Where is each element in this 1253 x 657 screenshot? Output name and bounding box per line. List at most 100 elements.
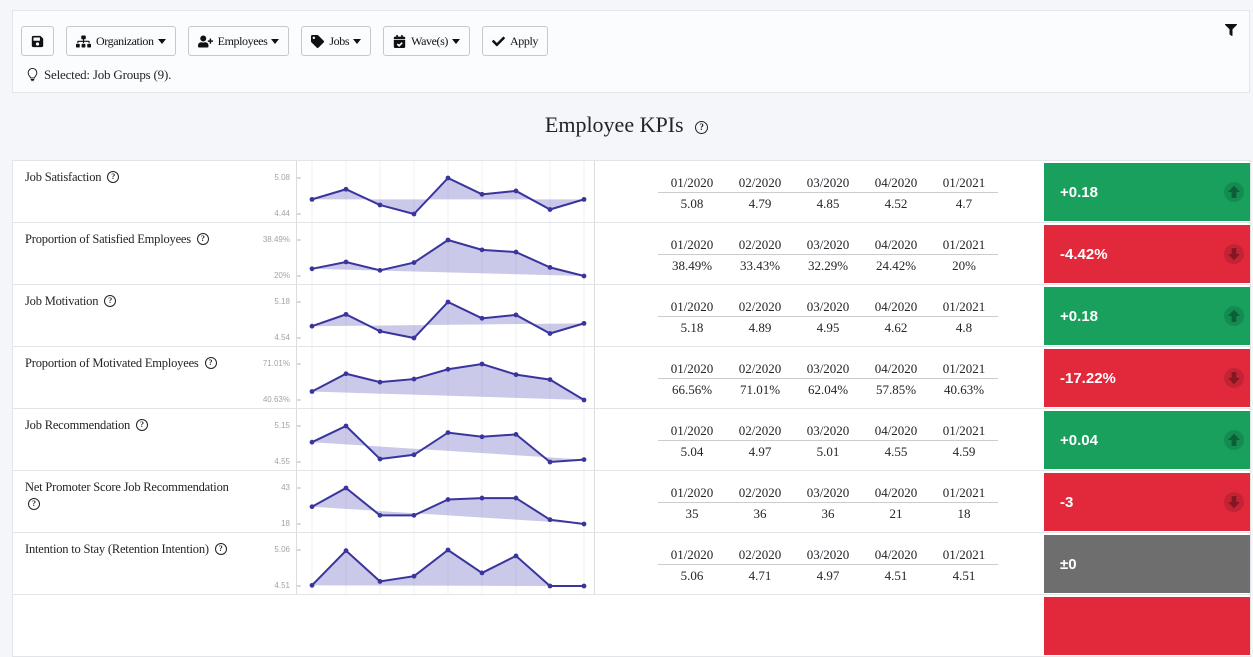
axis-min: 4.55 — [274, 457, 290, 466]
wave-value: 24.42% — [862, 258, 930, 274]
wave-date: 04/2020 — [862, 175, 930, 191]
kpi-sparkline — [297, 409, 594, 470]
button-label: Wave(s) — [411, 34, 448, 49]
kpi-help-icon[interactable]: ? — [28, 498, 40, 510]
save-button[interactable] — [21, 26, 54, 56]
axis-max: 43 — [281, 483, 290, 492]
wave-date: 03/2020 — [794, 361, 862, 377]
kpi-label: Intention to Stay (Retention Intention) … — [25, 541, 237, 558]
tag-icon — [311, 35, 324, 48]
wave-date: 03/2020 — [794, 547, 862, 563]
wave-value: 4.85 — [794, 196, 862, 212]
waves-dropdown[interactable]: Wave(s) — [383, 26, 470, 56]
employees-dropdown[interactable]: Employees — [188, 26, 290, 56]
wave-value: 4.95 — [794, 320, 862, 336]
wave-date: 03/2020 — [794, 299, 862, 315]
title-help-icon[interactable]: ? — [695, 121, 708, 134]
sparkline-chart — [296, 223, 595, 284]
trend-down-icon — [1223, 243, 1245, 265]
kpi-delta-value: -4.42% — [1060, 246, 1108, 263]
kpi-label: Job Recommendation ? — [25, 417, 237, 434]
axis-ticks: 4318 — [223, 471, 294, 532]
wave-date: 01/2020 — [658, 237, 726, 253]
caret-down-icon — [452, 39, 460, 44]
kpi-label-text: Job Satisfaction — [25, 170, 101, 184]
wave-values: 5.084.794.854.524.7 — [658, 196, 998, 212]
wave-date: 04/2020 — [862, 485, 930, 501]
axis-min: 4.54 — [274, 333, 290, 342]
sparkline-chart — [296, 161, 595, 222]
jobs-dropdown[interactable]: Jobs — [301, 26, 371, 56]
kpi-label: Job Satisfaction ? — [25, 169, 237, 186]
wave-value: 4.51 — [862, 568, 930, 584]
wave-date: 04/2020 — [862, 423, 930, 439]
trend-up-icon — [1223, 305, 1245, 327]
wave-date: 04/2020 — [862, 547, 930, 563]
kpi-delta-badge: -4.42% — [1044, 225, 1250, 283]
kpi-delta-badge: +0.18 — [1044, 163, 1250, 221]
wave-value: 4.62 — [862, 320, 930, 336]
wave-separator — [658, 440, 998, 441]
kpi-help-icon[interactable]: ? — [107, 171, 119, 183]
trend-up-icon — [1223, 429, 1245, 451]
wave-value: 66.56% — [658, 382, 726, 398]
axis-min: 40.63% — [263, 395, 290, 404]
save-icon — [31, 35, 44, 48]
filter-panel: Organization Employees Jobs Wave(s) Apply Se… — [12, 10, 1250, 93]
wave-header: 01/202002/202003/202004/202001/2021 — [658, 547, 998, 563]
sparkline-chart — [296, 285, 595, 346]
sparkline-chart — [296, 471, 595, 532]
wave-value: 4.79 — [726, 196, 794, 212]
kpi-delta-badge: +0.18 — [1044, 287, 1250, 345]
kpi-delta-value: -3 — [1060, 494, 1073, 511]
wave-value: 71.01% — [726, 382, 794, 398]
wave-value: 62.04% — [794, 382, 862, 398]
wave-date: 01/2021 — [930, 423, 998, 439]
axis-max: 5.06 — [274, 545, 290, 554]
wave-separator — [658, 316, 998, 317]
kpi-help-icon[interactable]: ? — [136, 419, 148, 431]
wave-date: 01/2020 — [658, 485, 726, 501]
calendar-check-icon — [393, 35, 406, 48]
page-title-text: Employee KPIs — [545, 112, 684, 137]
wave-separator — [658, 192, 998, 193]
wave-value: 38.49% — [658, 258, 726, 274]
kpi-help-icon[interactable]: ? — [205, 357, 217, 369]
page-title: Employee KPIs ? — [0, 112, 1253, 138]
kpi-delta-value: ±0 — [1060, 556, 1077, 573]
kpi-sparkline — [297, 347, 594, 408]
kpi-row: Job Recommendation ?5.154.5501/202002/20… — [13, 409, 1250, 471]
kpi-delta-value: +0.18 — [1060, 184, 1098, 201]
kpi-delta-badge — [1044, 597, 1250, 655]
wave-values: 66.56%71.01%62.04%57.85%40.63% — [658, 382, 998, 398]
kpi-row: Job Motivation ?5.184.5401/202002/202003… — [13, 285, 1250, 347]
axis-ticks: 38.49%20% — [223, 223, 294, 284]
wave-value: 33.43% — [726, 258, 794, 274]
organization-dropdown[interactable]: Organization — [66, 26, 176, 56]
wave-values: 38.49%33.43%32.29%24.42%20% — [658, 258, 998, 274]
axis-ticks: 5.084.44 — [223, 161, 294, 222]
wave-header: 01/202002/202003/202004/202001/2021 — [658, 423, 998, 439]
kpi-help-icon[interactable]: ? — [197, 233, 209, 245]
wave-value: 40.63% — [930, 382, 998, 398]
wave-value: 5.18 — [658, 320, 726, 336]
wave-values: 5.044.975.014.554.59 — [658, 444, 998, 460]
sitemap-icon — [76, 35, 91, 48]
wave-values: 3536362118 — [658, 506, 998, 522]
kpi-label-text: Proportion of Motivated Employees — [25, 356, 199, 370]
wave-header: 01/202002/202003/202004/202001/2021 — [658, 361, 998, 377]
wave-date: 01/2021 — [930, 175, 998, 191]
wave-separator — [658, 502, 998, 503]
wave-value: 36 — [794, 506, 862, 522]
selection-summary: Selected: Job Groups (9). — [27, 67, 171, 83]
kpi-delta-value: +0.18 — [1060, 308, 1098, 325]
wave-date: 01/2020 — [658, 547, 726, 563]
kpi-help-icon[interactable]: ? — [104, 295, 116, 307]
trend-up-icon — [1223, 181, 1245, 203]
kpi-table: Job Satisfaction ?5.084.4401/202002/2020… — [12, 160, 1251, 657]
filter-icon[interactable] — [1225, 23, 1237, 41]
apply-button[interactable]: Apply — [482, 26, 548, 56]
wave-value: 36 — [726, 506, 794, 522]
wave-separator — [658, 564, 998, 565]
kpi-delta-badge: -3 — [1044, 473, 1250, 531]
